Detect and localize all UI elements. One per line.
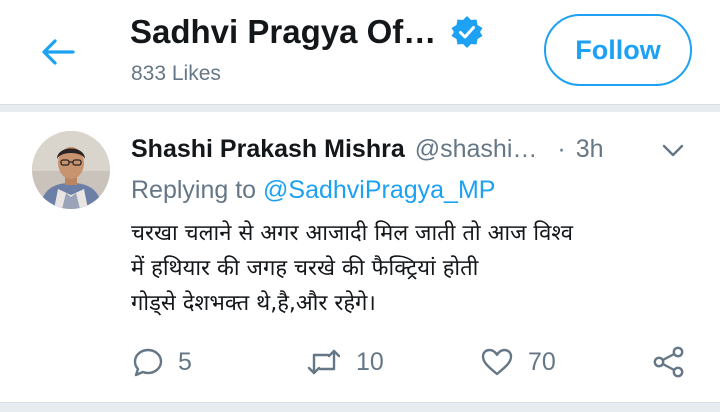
reply-count: 5 [178,347,192,376]
tweet-timestamp[interactable]: 3h [576,135,604,164]
tweet-text: चरखा चलाने से अगर आजादी मिल जाती तो आज व… [131,216,691,321]
back-button[interactable] [36,32,80,72]
tweet-text-line: गोड्से देशभक्त थे,है,और रहेगे। [131,291,376,316]
replying-to-mention[interactable]: @SadhviPragya_MP [263,176,495,204]
avatar[interactable] [32,131,110,209]
author-name[interactable]: Shashi Prakash Mishra [131,135,405,164]
reply-icon [133,348,163,377]
heart-icon [481,348,513,376]
profile-header: Sadhvi Pragya Of… 833 Likes Follow [0,0,720,104]
replying-to: Replying to @SadhviPragya_MP [131,176,495,205]
share-icon [653,346,684,378]
header-title-row: Sadhvi Pragya Of… [130,10,484,54]
likes-count: 833 Likes [131,62,221,85]
retweet-button[interactable]: 10 [306,338,384,386]
separator-dot: · [557,134,566,163]
arrow-left-icon [42,39,75,65]
header-divider [0,104,720,112]
tweet-actions: 5 10 70 [0,338,720,386]
retweet-icon [307,349,341,375]
tweet-author-row: Shashi Prakash Mishra @shashi… · 3h [131,132,691,166]
bottom-divider [0,402,720,412]
tweet-text-line: चरखा चलाने से अगर आजादी मिल जाती तो आज व… [131,221,573,246]
reply-button[interactable]: 5 [132,338,192,386]
profile-photo [32,131,110,209]
replying-to-label: Replying to [131,176,257,204]
tweet-menu-button[interactable] [658,140,688,162]
like-button[interactable]: 70 [480,338,556,386]
share-button[interactable] [652,338,686,386]
follow-button[interactable]: Follow [544,14,692,86]
profile-title: Sadhvi Pragya Of… [130,13,437,50]
verified-badge-icon [450,15,484,49]
tweet-text-line: में हथियार की जगह चरखे की फैक्ट्रियां हो… [131,256,479,281]
retweet-count: 10 [356,347,384,376]
like-count: 70 [528,347,556,376]
chevron-down-icon [662,144,684,157]
tweet-card[interactable]: Shashi Prakash Mishra @shashi… · 3h Repl… [0,112,720,402]
author-handle[interactable]: @shashi… [415,135,538,164]
